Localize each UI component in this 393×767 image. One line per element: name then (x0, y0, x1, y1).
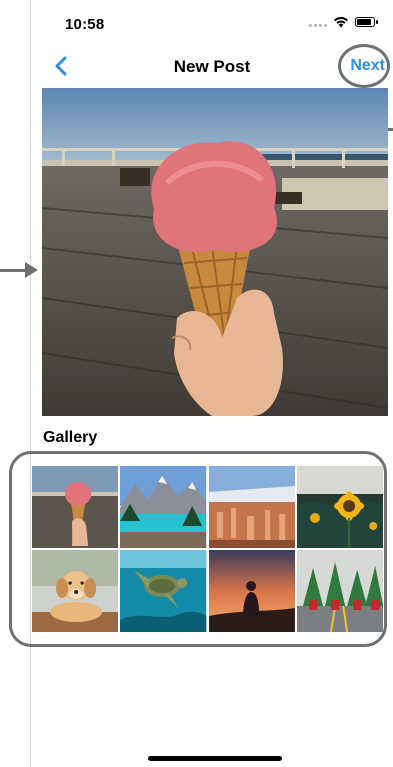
gallery-thumbnail-puppy[interactable] (32, 550, 119, 632)
gallery-thumbnail-canyon[interactable] (208, 466, 295, 548)
status-bar: 10:58 (31, 0, 393, 44)
gallery-thumbnail-ice-cream[interactable] (32, 466, 119, 548)
ice-cream-photo (42, 88, 388, 416)
gallery-thumbnail-sunflower[interactable] (296, 466, 383, 548)
annotation-circle-next (338, 44, 390, 88)
battery-level (357, 19, 371, 25)
gallery-thumbnail-mountain-lake[interactable] (120, 466, 207, 548)
annotation-arrow-icon (25, 262, 38, 278)
status-time: 10:58 (65, 16, 105, 33)
gallery-thumbnail-parade[interactable] (296, 550, 383, 632)
device-edge (30, 0, 31, 767)
gallery-thumbnail-sea-turtle[interactable] (120, 550, 207, 632)
wifi-icon (334, 17, 348, 28)
status-icons (309, 16, 378, 28)
gallery-grid (32, 466, 383, 632)
selected-photo-preview (42, 88, 388, 416)
annotation-arrow-line (0, 269, 26, 272)
signal-icon (309, 17, 327, 27)
gallery-heading: Gallery (43, 429, 98, 446)
battery-icon (355, 17, 378, 27)
home-indicator[interactable] (148, 756, 282, 761)
gallery-thumbnail-sunset[interactable] (208, 550, 295, 632)
